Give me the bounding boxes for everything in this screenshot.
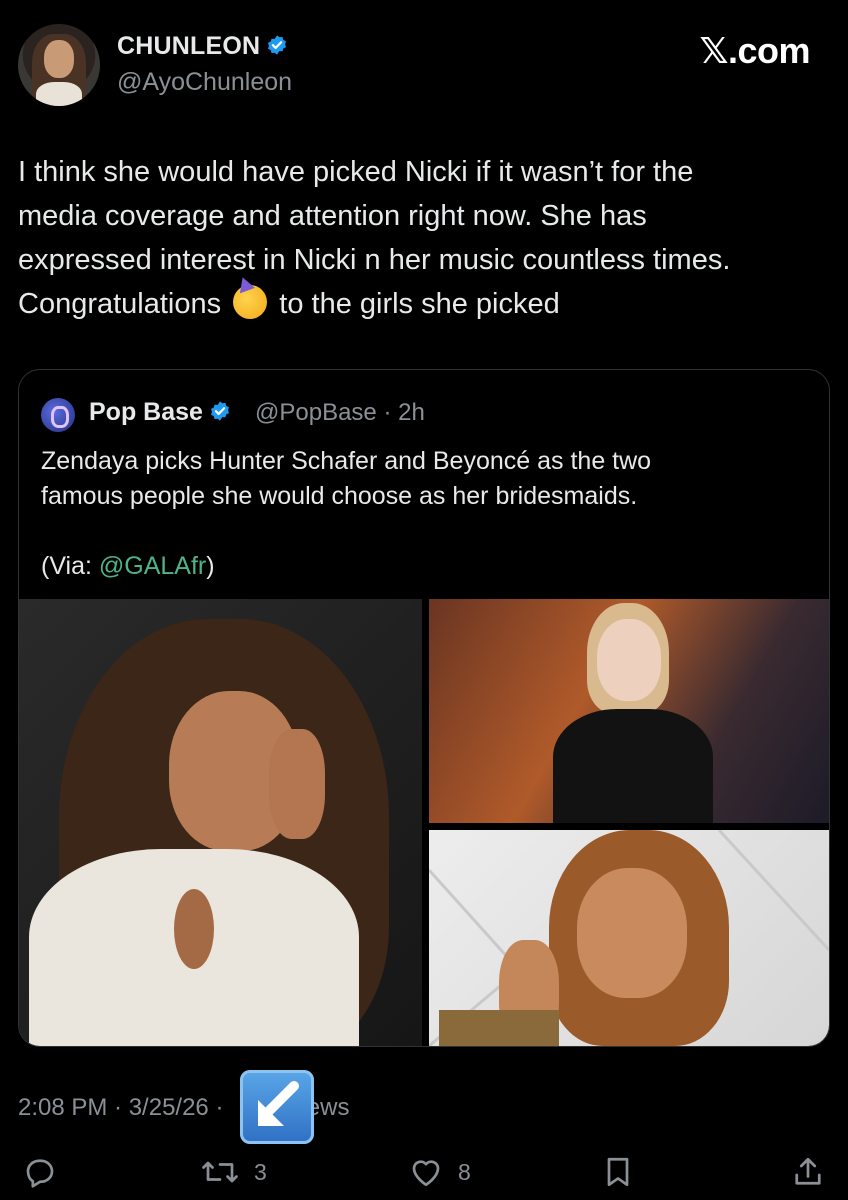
share-button[interactable] — [790, 1150, 826, 1194]
pop-base-avatar[interactable] — [41, 398, 75, 432]
verified-badge-icon — [266, 34, 288, 56]
reply-icon — [22, 1154, 58, 1190]
tweet-line-text: to the girls she picked — [279, 288, 560, 320]
like-count: 8 — [458, 1158, 471, 1185]
author-name-row[interactable]: CHUNLEON — [117, 32, 288, 61]
tweet-timestamp[interactable]: 2:08 PM · 3/25/26 · — [18, 1094, 223, 1121]
tweet-line-last: Congratulations to the girls she picked — [18, 282, 830, 326]
via-suffix: ) — [206, 552, 215, 580]
zendaya-photo[interactable] — [19, 599, 422, 1046]
tweet-screenshot: CHUNLEON @AyoChunleon 𝕏.com I think she … — [0, 0, 848, 1200]
tweet-line-text: Congratulations — [18, 288, 222, 320]
hunter-schafer-photo[interactable] — [429, 599, 829, 823]
tweet-line: expressed interest in Nicki n her music … — [18, 244, 731, 276]
bookmark-icon — [600, 1154, 636, 1190]
x-brand-logo: 𝕏.com — [699, 30, 810, 71]
repost-count: 3 — [254, 1158, 267, 1185]
gala-mention-link[interactable]: @GALAfr — [99, 552, 206, 580]
repost-button[interactable]: 3 — [200, 1150, 267, 1194]
via-prefix: (Via: — [41, 552, 99, 580]
bookmark-button[interactable] — [600, 1150, 636, 1194]
partying-face-emoji-icon — [233, 285, 268, 319]
tweet-line: media coverage and attention right now. … — [18, 200, 647, 232]
quoted-author-handle[interactable]: @PopBase · 2h — [255, 399, 425, 427]
quoted-tweet-body: Zendaya picks Hunter Schafer and Beyoncé… — [41, 444, 811, 514]
repost-icon — [200, 1154, 240, 1190]
quoted-tweet-card[interactable]: Pop Base @PopBase · 2h Zendaya picks Hun… — [18, 369, 830, 1047]
down-left-arrow-emoji-icon — [240, 1070, 314, 1144]
verified-badge-icon — [209, 400, 231, 422]
tweet-action-bar: 3 8 — [0, 1150, 848, 1194]
author-handle[interactable]: @AyoChunleon — [117, 68, 292, 97]
author-name[interactable]: CHUNLEON — [117, 32, 260, 60]
quoted-line: Zendaya picks Hunter Schafer and Beyoncé… — [41, 447, 652, 475]
beyonce-photo[interactable] — [429, 830, 829, 1046]
quoted-author-row[interactable]: Pop Base — [89, 398, 231, 427]
quoted-author-name[interactable]: Pop Base — [89, 398, 203, 426]
quoted-line: famous people she would choose as her br… — [41, 482, 638, 510]
tweet-line: I think she would have picked Nicki if i… — [18, 156, 694, 188]
reply-button[interactable] — [22, 1150, 58, 1194]
heart-icon — [408, 1154, 444, 1190]
share-icon — [790, 1154, 826, 1190]
quoted-via-line: (Via: @GALAfr) — [41, 552, 215, 581]
like-button[interactable]: 8 — [408, 1150, 471, 1194]
author-avatar[interactable] — [18, 24, 100, 106]
tweet-body: I think she would have picked Nicki if i… — [18, 150, 830, 326]
